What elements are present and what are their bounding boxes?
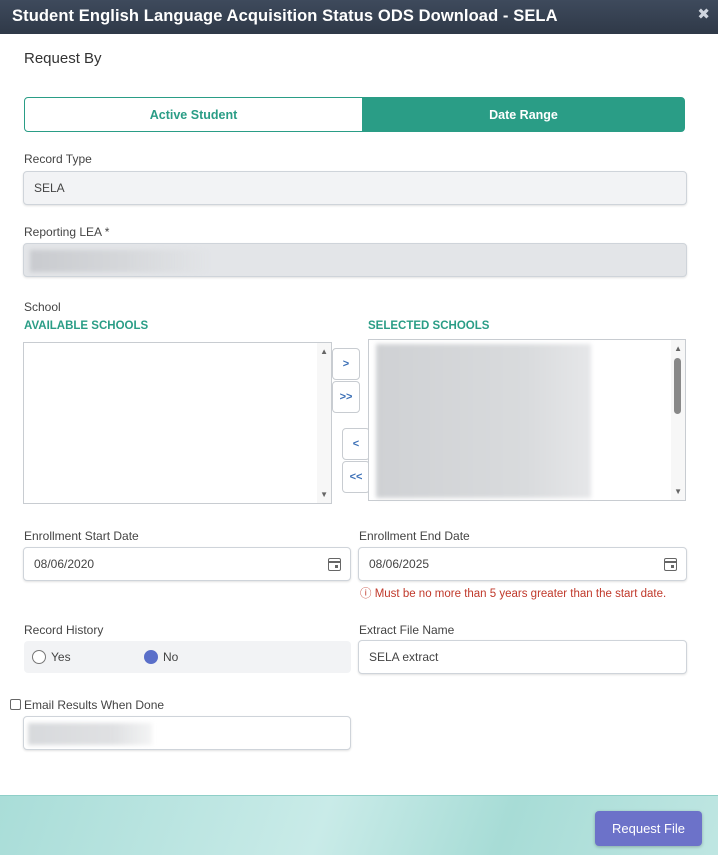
radio-no[interactable]: [144, 650, 158, 664]
record-type-value: SELA: [34, 181, 65, 195]
school-label: School: [24, 300, 61, 314]
record-type-label: Record Type: [24, 152, 92, 166]
tab-date-range[interactable]: Date Range: [362, 97, 685, 132]
enrollment-end-value: 08/06/2025: [369, 557, 430, 571]
selected-schools-heading: SELECTED SCHOOLS: [368, 320, 490, 332]
dialog-footer: Request File: [0, 795, 718, 855]
available-scrollbar[interactable]: [317, 343, 331, 503]
calendar-icon[interactable]: [328, 558, 341, 571]
available-schools-list[interactable]: ▲ ▼: [23, 342, 332, 504]
end-date-error-text: Must be no more than 5 years greater tha…: [374, 588, 667, 600]
error-icon: ⓘ: [360, 588, 372, 600]
request-file-button[interactable]: Request File: [595, 811, 702, 846]
record-type-field[interactable]: SELA: [23, 171, 687, 205]
redacted-lea: [30, 250, 210, 272]
selected-scroll-thumb[interactable]: [674, 358, 681, 414]
reporting-lea-label: Reporting LEA *: [24, 225, 110, 239]
email-input[interactable]: [23, 716, 351, 750]
extract-file-label: Extract File Name: [359, 623, 455, 637]
radio-no-label[interactable]: No: [163, 650, 178, 664]
radio-yes[interactable]: [32, 650, 46, 664]
enrollment-start-field[interactable]: 08/06/2020: [23, 547, 351, 581]
selected-schools-list[interactable]: ▲ ▼: [368, 339, 686, 501]
enrollment-end-label: Enrollment End Date: [359, 529, 470, 543]
redacted-schools: [376, 344, 591, 498]
available-schools-heading: AVAILABLE SCHOOLS: [24, 320, 149, 332]
dialog-title: Student English Language Acquisition Sta…: [12, 7, 558, 25]
scroll-up-icon[interactable]: ▲: [674, 344, 682, 353]
extract-file-value: SELA extract: [369, 650, 439, 664]
dialog-titlebar: Student English Language Acquisition Sta…: [0, 0, 718, 34]
enrollment-start-label: Enrollment Start Date: [24, 529, 139, 543]
calendar-icon[interactable]: [664, 558, 677, 571]
add-school-button[interactable]: >: [332, 348, 360, 380]
scroll-down-icon[interactable]: ▼: [674, 487, 682, 496]
remove-school-button[interactable]: <: [342, 428, 370, 460]
radio-yes-label[interactable]: Yes: [51, 650, 71, 664]
close-icon[interactable]: ✖: [697, 5, 710, 23]
email-label: Email Results When Done: [24, 698, 165, 712]
scroll-down-icon[interactable]: ▼: [320, 490, 328, 499]
scroll-up-icon[interactable]: ▲: [320, 347, 328, 356]
reporting-lea-field[interactable]: [23, 243, 687, 277]
request-by-heading: Request By: [24, 50, 102, 67]
extract-file-input[interactable]: SELA extract: [358, 640, 687, 674]
record-history-label: Record History: [24, 623, 104, 637]
record-history-group: Yes No: [24, 641, 351, 673]
enrollment-start-value: 08/06/2020: [34, 557, 95, 571]
remove-all-schools-button[interactable]: <<: [342, 461, 370, 493]
email-checkbox[interactable]: [10, 699, 21, 710]
add-all-schools-button[interactable]: >>: [332, 381, 360, 413]
end-date-error: ⓘ Must be no more than 5 years greater t…: [360, 585, 666, 601]
redacted-email: [28, 723, 152, 745]
tab-active-student[interactable]: Active Student: [24, 97, 363, 132]
enrollment-end-field[interactable]: 08/06/2025: [358, 547, 687, 581]
